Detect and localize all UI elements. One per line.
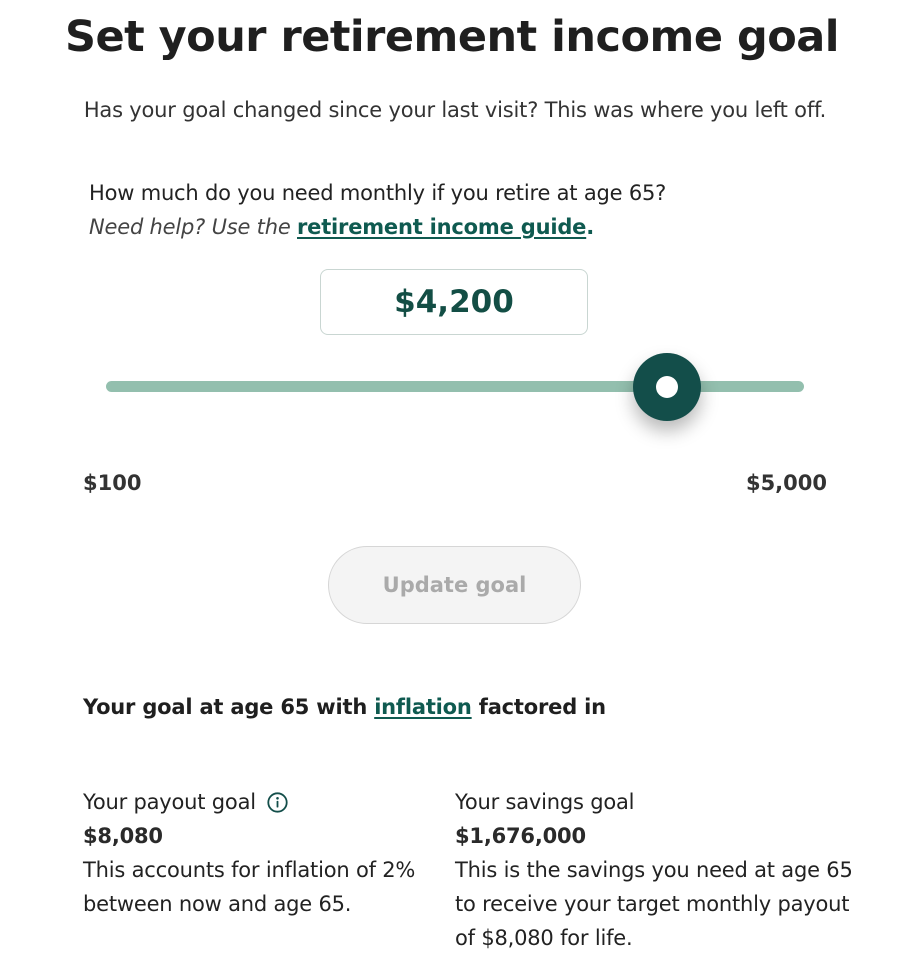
help-prefix: Need help? Use the xyxy=(89,215,298,239)
goal-heading-suffix: factored in xyxy=(471,695,606,719)
income-slider-thumb[interactable] xyxy=(633,353,701,421)
page-subtitle: Has your goal changed since your last vi… xyxy=(83,98,827,122)
update-goal-button[interactable]: Update goal xyxy=(328,546,581,624)
payout-goal-label-row: Your payout goal xyxy=(83,785,443,819)
monthly-need-question: How much do you need monthly if you reti… xyxy=(89,181,667,205)
inflation-link[interactable]: inflation xyxy=(374,695,472,719)
payout-goal-label: Your payout goal xyxy=(83,790,256,814)
savings-goal-section: Your savings goal $1,676,000 This is the… xyxy=(455,785,875,955)
page-title: Set your retirement income goal xyxy=(64,12,840,62)
payout-goal-description: This accounts for inflation of 2% betwee… xyxy=(83,858,416,916)
savings-goal-label: Your savings goal xyxy=(455,790,635,814)
slider-max-label: $5,000 xyxy=(745,471,827,495)
goal-heading-prefix: Your goal at age 65 with xyxy=(83,695,375,719)
payout-goal-section: Your payout goal $8,080 This accounts fo… xyxy=(83,785,443,921)
slider-min-label: $100 xyxy=(83,471,142,495)
savings-goal-value: $1,676,000 xyxy=(455,824,586,848)
payout-goal-value: $8,080 xyxy=(83,824,163,848)
help-suffix: . xyxy=(586,215,594,239)
help-line: Need help? Use the retirement income gui… xyxy=(89,215,594,239)
info-circle-icon[interactable] xyxy=(267,791,288,813)
savings-goal-description: This is the savings you need at age 65 t… xyxy=(455,858,853,950)
monthly-amount-input[interactable]: $4,200 xyxy=(320,269,588,335)
retirement-income-guide-link[interactable]: retirement income guide xyxy=(297,215,586,239)
goal-heading: Your goal at age 65 with inflation facto… xyxy=(83,695,606,719)
slider-thumb-dot xyxy=(656,376,678,398)
